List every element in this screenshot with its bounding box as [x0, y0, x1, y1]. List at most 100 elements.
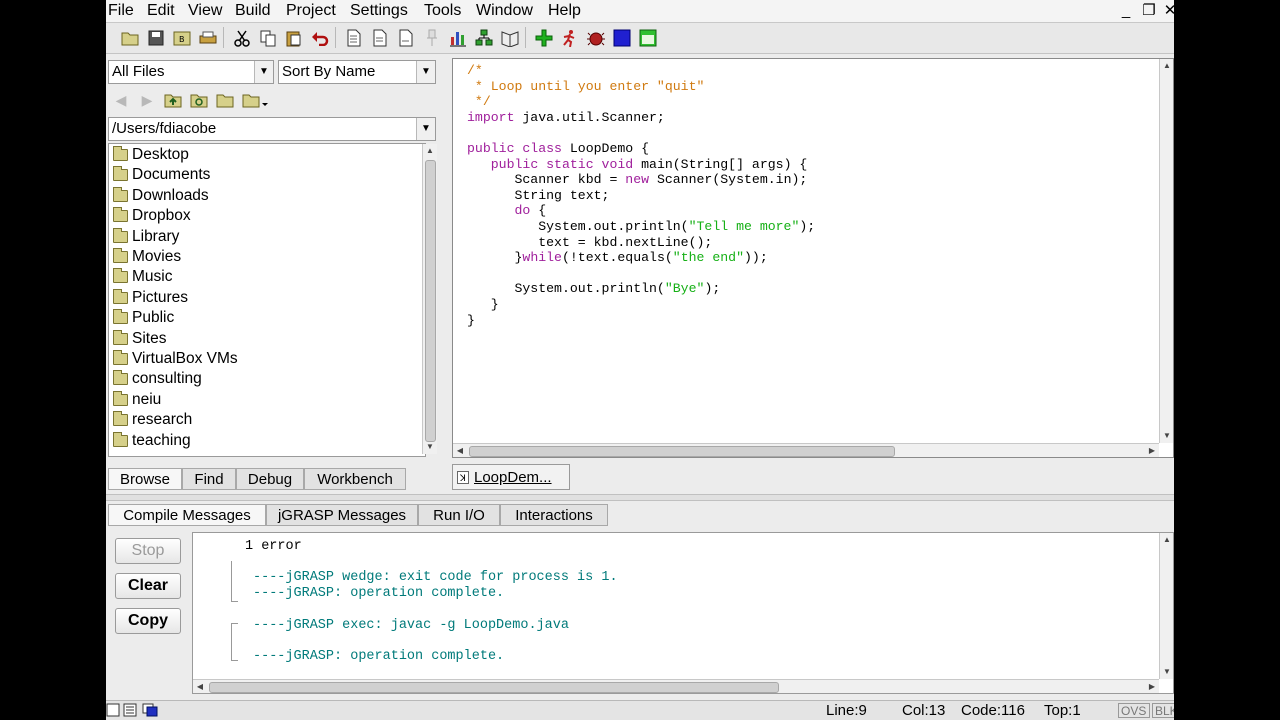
scroll-left-icon[interactable]: ◀ — [453, 444, 467, 457]
code-token: do — [514, 203, 531, 219]
file-alt-icon[interactable] — [394, 26, 417, 49]
chevron-down-icon[interactable]: ▼ — [416, 61, 435, 83]
menu-edit[interactable]: Edit — [147, 1, 175, 21]
scroll-thumb[interactable] — [425, 160, 436, 442]
tab-jgrasp-messages[interactable]: jGRASP Messages — [266, 504, 418, 526]
back-arrow-icon[interactable]: ◀ — [110, 89, 132, 111]
file-filter-select[interactable]: All Files ▼ — [108, 60, 274, 84]
tab-workbench[interactable]: Workbench — [304, 468, 406, 490]
file-list-item[interactable]: Desktop — [113, 145, 189, 165]
copy-button[interactable]: Copy — [115, 608, 181, 634]
source-code[interactable]: /* * Loop until you enter "quit" */ impo… — [467, 63, 815, 328]
close-icon[interactable]: ✕ — [1160, 2, 1174, 20]
file-list-item[interactable]: Pictures — [113, 288, 188, 308]
file-icon[interactable] — [368, 26, 391, 49]
file-list-item[interactable]: Music — [113, 267, 172, 287]
scroll-thumb[interactable] — [469, 446, 895, 457]
scroll-down-icon[interactable]: ▼ — [1160, 665, 1173, 679]
menu-tools[interactable]: Tools — [424, 1, 461, 21]
editor-horizontal-scrollbar[interactable]: ◀ ▶ — [453, 443, 1159, 457]
stop-button[interactable]: Stop — [115, 538, 181, 564]
layout-single-icon[interactable] — [106, 703, 120, 720]
document-tab[interactable]: ꓘ LoopDem... — [452, 464, 570, 490]
tab-interactions[interactable]: Interactions — [500, 504, 608, 526]
messages-vertical-scrollbar[interactable]: ▲ ▼ — [1159, 533, 1173, 679]
folder-menu-icon[interactable] — [240, 89, 272, 111]
file-list-item[interactable]: Public — [113, 308, 174, 328]
cut-icon[interactable] — [230, 26, 253, 49]
stop-icon[interactable] — [610, 26, 633, 49]
folder-icon[interactable] — [214, 89, 236, 111]
file-list-item[interactable]: teaching — [113, 431, 191, 451]
file-list-item[interactable]: VirtualBox VMs — [113, 349, 238, 369]
browse-nav-bar: ◀ ▶ — [106, 86, 442, 114]
file-list-item[interactable]: Sites — [113, 329, 166, 349]
file-list-item[interactable]: Downloads — [113, 186, 209, 206]
file-list-item[interactable]: Dropbox — [113, 206, 191, 226]
chevron-down-icon[interactable]: ▼ — [254, 61, 273, 83]
run-icon[interactable] — [558, 26, 581, 49]
tab-compile-messages[interactable]: Compile Messages — [108, 504, 266, 526]
chevron-down-icon[interactable]: ▼ — [416, 118, 435, 140]
tab-browse[interactable]: Browse — [108, 468, 182, 490]
scroll-thumb[interactable] — [209, 682, 779, 693]
add-icon[interactable] — [532, 26, 555, 49]
menu-window[interactable]: Window — [476, 1, 533, 21]
refresh-icon[interactable] — [188, 89, 210, 111]
copy-icon[interactable] — [256, 26, 279, 49]
scroll-right-icon[interactable]: ▶ — [1145, 680, 1159, 693]
menu-help[interactable]: Help — [548, 1, 581, 21]
compile-messages-area[interactable]: 1 error ----jGRASP wedge: exit code for … — [192, 532, 1174, 694]
tree-icon[interactable] — [472, 26, 495, 49]
path-select[interactable]: /Users/fdiacobe ▼ — [108, 117, 436, 141]
up-folder-icon[interactable] — [162, 89, 184, 111]
menu-settings[interactable]: Settings — [350, 1, 408, 21]
new-file-icon[interactable] — [342, 26, 365, 49]
bug-icon[interactable] — [584, 26, 607, 49]
minimize-icon[interactable]: _ — [1116, 2, 1136, 20]
clear-button[interactable]: Clear — [115, 573, 181, 599]
menu-file[interactable]: File — [108, 1, 134, 21]
file-list-item[interactable]: neiu — [113, 390, 161, 410]
tab-run-io[interactable]: Run I/O — [418, 504, 500, 526]
undo-icon[interactable] — [308, 26, 331, 49]
tab-find[interactable]: Find — [182, 468, 236, 490]
tab-debug[interactable]: Debug — [236, 468, 304, 490]
book-icon[interactable] — [498, 26, 521, 49]
file-list-item[interactable]: Documents — [113, 165, 210, 185]
sort-select[interactable]: Sort By Name ▼ — [278, 60, 436, 84]
scroll-left-icon[interactable]: ◀ — [193, 680, 207, 693]
window-icon[interactable] — [636, 26, 659, 49]
file-list-item[interactable]: research — [113, 410, 192, 430]
file-list-scrollbar[interactable]: ▲ ▼ — [422, 144, 437, 454]
editor-vertical-scrollbar[interactable]: ▲ ▼ — [1159, 59, 1173, 443]
paste-icon[interactable] — [282, 26, 305, 49]
save-icon[interactable] — [144, 26, 167, 49]
file-list-item[interactable]: Movies — [113, 247, 181, 267]
code-editor[interactable]: /* * Loop until you enter "quit" */ impo… — [452, 58, 1174, 458]
save-all-icon[interactable]: B — [170, 26, 193, 49]
scroll-up-icon[interactable]: ▲ — [423, 144, 437, 158]
scroll-down-icon[interactable]: ▼ — [1160, 429, 1173, 443]
layout-cascade-icon[interactable] — [142, 703, 158, 720]
pin-icon[interactable] — [420, 26, 443, 49]
menu-view[interactable]: View — [188, 1, 222, 21]
forward-arrow-icon[interactable]: ▶ — [136, 89, 158, 111]
scroll-up-icon[interactable]: ▲ — [1160, 59, 1173, 73]
menu-project[interactable]: Project — [286, 1, 336, 21]
menu-build[interactable]: Build — [235, 1, 271, 21]
print-icon[interactable] — [196, 26, 219, 49]
panel-splitter[interactable] — [106, 494, 1174, 501]
scroll-up-icon[interactable]: ▲ — [1160, 533, 1173, 547]
messages-horizontal-scrollbar[interactable]: ◀ ▶ — [193, 679, 1159, 693]
chart-icon[interactable] — [446, 26, 469, 49]
restore-icon[interactable]: ❐ — [1139, 2, 1159, 20]
open-folder-icon[interactable] — [118, 26, 141, 49]
scroll-right-icon[interactable]: ▶ — [1145, 444, 1159, 457]
file-list-item[interactable]: Library — [113, 227, 179, 247]
scroll-down-icon[interactable]: ▼ — [423, 440, 437, 454]
status-code: Code:116 — [961, 702, 1025, 719]
layout-list-icon[interactable] — [123, 703, 137, 720]
file-list-item[interactable]: consulting — [113, 369, 202, 389]
